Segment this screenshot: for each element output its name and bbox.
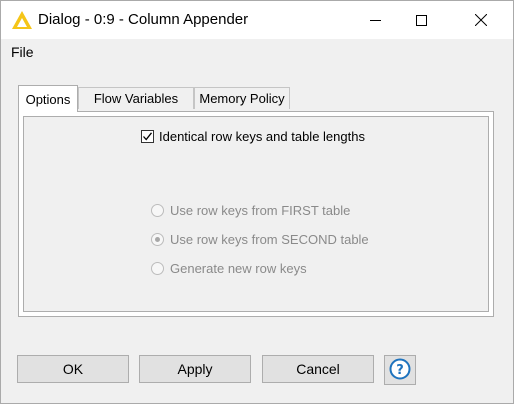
maximize-icon (415, 14, 427, 26)
identical-keys-checkbox[interactable] (141, 130, 154, 143)
options-panel: Identical row keys and table lengths Use… (18, 111, 494, 317)
radio-second-table-label: Use row keys from SECOND table (170, 232, 369, 247)
radio-second-table[interactable]: Use row keys from SECOND table (151, 232, 369, 247)
menu-file[interactable]: File (11, 44, 34, 60)
cancel-button[interactable]: Cancel (262, 355, 374, 383)
maximize-button[interactable] (398, 1, 444, 39)
dialog-window: Dialog - 0:9 - Column Appender File Opti… (0, 0, 514, 404)
tab-memory-policy[interactable]: Memory Policy (194, 87, 290, 109)
tab-flow-variables[interactable]: Flow Variables (78, 87, 194, 109)
radio-new-keys-label: Generate new row keys (170, 261, 307, 276)
apply-button[interactable]: Apply (139, 355, 251, 383)
minimize-icon (369, 15, 381, 26)
identical-keys-label: Identical row keys and table lengths (159, 129, 365, 144)
menu-bar: File (1, 39, 513, 65)
radio-second-table-button[interactable] (151, 233, 164, 246)
minimize-button[interactable] (352, 1, 398, 39)
close-icon (475, 14, 487, 26)
radio-first-table[interactable]: Use row keys from FIRST table (151, 203, 350, 218)
help-button[interactable]: ? (384, 355, 416, 385)
radio-first-table-label: Use row keys from FIRST table (170, 203, 351, 218)
radio-first-table-button[interactable] (151, 204, 164, 217)
window-title: Dialog - 0:9 - Column Appender (38, 11, 249, 28)
close-button[interactable] (458, 1, 504, 39)
svg-text:?: ? (396, 363, 404, 378)
help-icon: ? (389, 358, 411, 383)
identical-keys-option[interactable]: Identical row keys and table lengths (141, 129, 365, 144)
radio-new-keys-button[interactable] (151, 262, 164, 275)
title-bar[interactable]: Dialog - 0:9 - Column Appender (1, 1, 513, 39)
ok-button[interactable]: OK (17, 355, 129, 383)
radio-new-keys[interactable]: Generate new row keys (151, 261, 307, 276)
options-inner-panel: Identical row keys and table lengths Use… (23, 116, 489, 312)
knime-triangle-icon (11, 10, 33, 30)
tab-options[interactable]: Options (18, 85, 78, 112)
